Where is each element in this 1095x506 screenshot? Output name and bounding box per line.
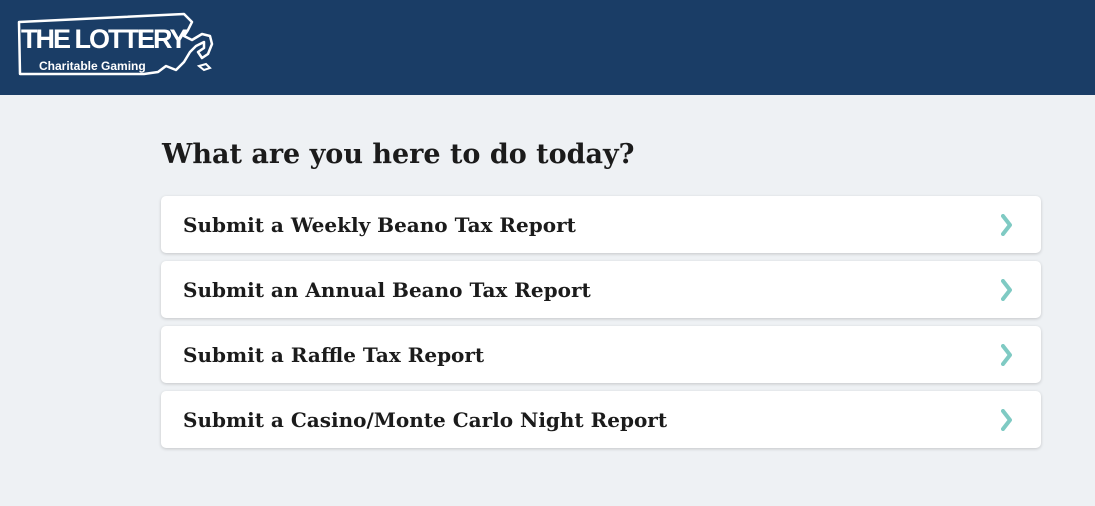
page-title: What are you here to do today?: [162, 139, 635, 170]
chevron-right-icon: [1001, 344, 1012, 366]
option-label: Submit an Annual Beano Tax Report: [183, 278, 591, 302]
lottery-logo[interactable]: THE LOTTERY Charitable Gaming: [16, 12, 216, 76]
option-raffle-report[interactable]: Submit a Raffle Tax Report: [161, 326, 1041, 383]
option-annual-beano-report[interactable]: Submit an Annual Beano Tax Report: [161, 261, 1041, 318]
logo-title: THE LOTTERY: [21, 24, 187, 54]
option-weekly-beano-report[interactable]: Submit a Weekly Beano Tax Report: [161, 196, 1041, 253]
chevron-right-icon: [1001, 214, 1012, 236]
site-header: THE LOTTERY Charitable Gaming: [0, 0, 1095, 95]
option-label: Submit a Casino/Monte Carlo Night Report: [183, 408, 668, 432]
option-label: Submit a Raffle Tax Report: [183, 343, 485, 367]
chevron-right-icon: [1001, 279, 1012, 301]
option-casino-night-report[interactable]: Submit a Casino/Monte Carlo Night Report: [161, 391, 1041, 448]
logo-subtitle: Charitable Gaming: [39, 59, 146, 73]
options-list: Submit a Weekly Beano Tax Report Submit …: [161, 196, 1041, 456]
option-label: Submit a Weekly Beano Tax Report: [183, 213, 576, 237]
chevron-right-icon: [1001, 409, 1012, 431]
